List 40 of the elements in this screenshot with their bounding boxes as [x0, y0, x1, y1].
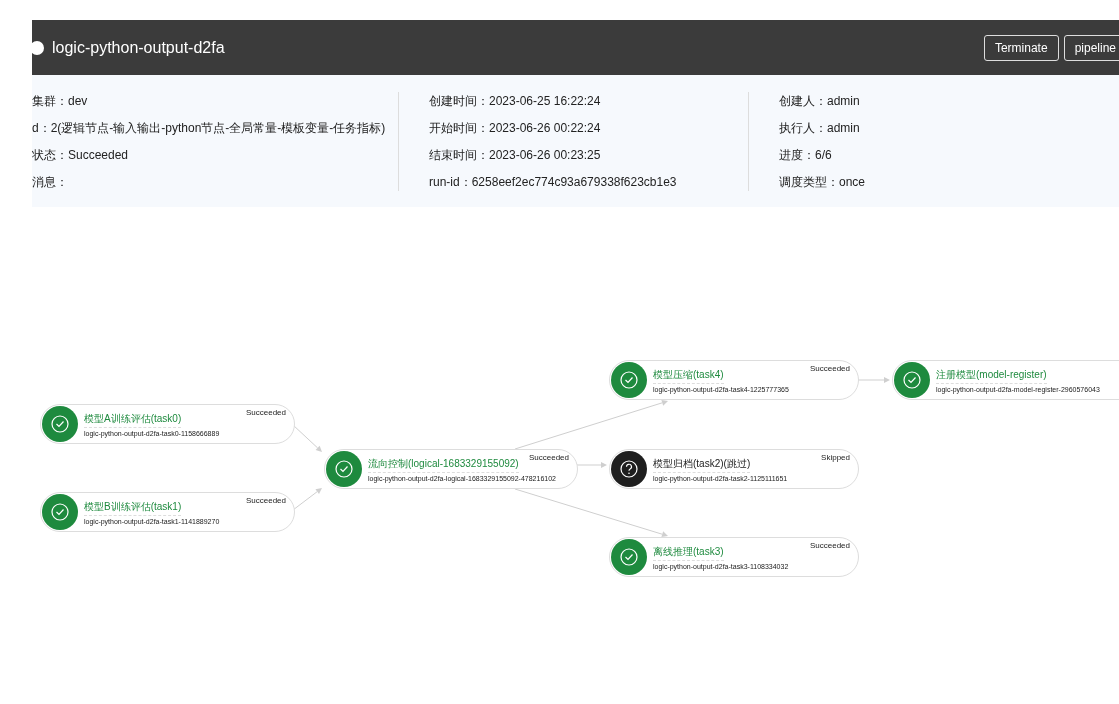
- status-dot-icon: [30, 40, 44, 55]
- node-status: Succeeded: [245, 408, 286, 417]
- info-text: 结束时间：2023-06-26 00:23:25: [429, 146, 602, 164]
- window-title: logic-python-output-d2fa: [52, 38, 226, 57]
- info-text: 开始时间：2023-06-26 00:22:24: [429, 119, 602, 137]
- node-title: 模型压缩(task4): [653, 367, 724, 384]
- connector-arrow: [857, 377, 890, 383]
- info-text: 集群：dev: [32, 92, 89, 110]
- header-button[interactable]: pipeline: [1063, 34, 1119, 61]
- check-circle-icon: [611, 539, 647, 575]
- check-circle-icon: [326, 451, 362, 487]
- node-status: Succeeded: [528, 453, 569, 462]
- node-title: 模型归档(task2)(跳过): [653, 456, 751, 473]
- info-text: d：2(逻辑节点-输入输出-python节点-全局常量-模板变量-任务指标): [32, 119, 387, 137]
- node-title: 注册模型(model-register): [936, 367, 1047, 384]
- node-status: Succeeded: [245, 496, 286, 505]
- info-text: 创建时间：2023-06-25 16:22:24: [429, 92, 602, 110]
- info-text: 调度类型：once: [779, 173, 867, 191]
- info-text: 状态：Succeeded: [32, 146, 130, 164]
- connector-arrow: [576, 462, 607, 468]
- info-text: 执行人：admin: [779, 119, 861, 137]
- connector-arrow: [292, 488, 322, 511]
- info-text: run-id：6258eef2ec774c93a679338f623cb1e3: [429, 173, 678, 191]
- check-circle-icon: [42, 494, 78, 530]
- node-title: 模型B训练评估(task1): [84, 499, 182, 516]
- info-text: 消息：: [32, 173, 69, 191]
- check-circle-icon: [611, 362, 647, 398]
- node-title: 离线推理(task3): [653, 544, 724, 561]
- node-title: 模型A训练评估(task0): [84, 411, 182, 428]
- info-text: 创建人：admin: [779, 92, 861, 110]
- node-title: 流向控制(logical-1683329155092): [368, 456, 519, 473]
- check-circle-icon: [42, 406, 78, 442]
- info-text: 进度：6/6: [779, 146, 833, 164]
- node-status: Succeeded: [809, 364, 850, 373]
- node-status: Skipped: [821, 453, 850, 462]
- connector-arrow: [292, 424, 322, 452]
- header-button[interactable]: Terminate: [983, 34, 1059, 61]
- node-status: Succeeded: [809, 541, 850, 550]
- check-circle-icon: [894, 362, 930, 398]
- question-circle-icon: [611, 451, 647, 487]
